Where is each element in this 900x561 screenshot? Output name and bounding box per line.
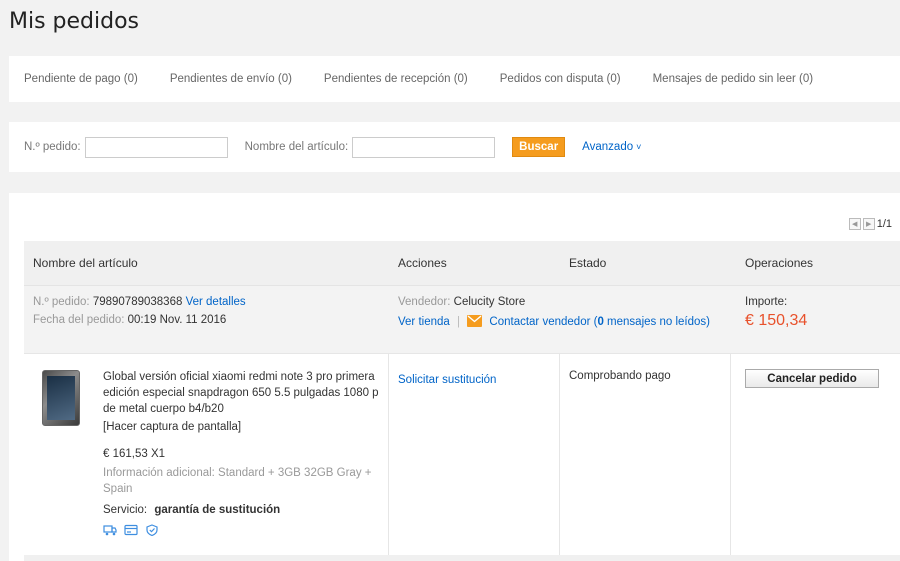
contact-seller-link[interactable]: Contactar vendedor (0 mensajes no leídos… [489, 316, 710, 328]
tab-pending-shipment[interactable]: Pendientes de envío (0) [170, 73, 292, 85]
service-label: Servicio: [103, 504, 148, 516]
link-separator: | [457, 316, 460, 328]
cancel-order-button[interactable]: Cancelar pedido [745, 369, 879, 388]
order-item-row: Global versión oficial xiaomi redmi note… [24, 353, 900, 556]
item-price: € 161,53 X1 [103, 448, 166, 460]
tab-pending-receipt[interactable]: Pendientes de recepción (0) [324, 73, 468, 85]
order-status: Comprobando pago [569, 370, 671, 382]
chevron-down-icon: ˅ [636, 142, 642, 152]
amount-label: Importe: [745, 296, 788, 308]
page-indicator: 1/1 [876, 218, 892, 230]
tab-disputes[interactable]: Pedidos con disputa (0) [500, 73, 621, 85]
product-thumbnail[interactable] [42, 370, 80, 426]
orders-panel: ◀ ▶ 1/1 Nombre del artículo Acciones Est… [9, 193, 900, 561]
order-date: 00:19 Nov. 11 2016 [127, 314, 227, 326]
order-number-label: N.º pedido: [33, 296, 90, 308]
header-operations: Operaciones [745, 256, 814, 270]
item-description: Global versión oficial xiaomi redmi note… [103, 369, 393, 536]
contact-prefix: Contactar vendedor ( [489, 316, 598, 328]
order-number-label: N.º pedido: [24, 141, 81, 153]
order-summary-row: N.º pedido: 79890789038368 Ver detalles … [24, 285, 900, 353]
request-replacement-link[interactable]: Solicitar sustitución [398, 374, 496, 386]
guarantee-icon[interactable] [145, 524, 159, 536]
seller-name: Celucity Store [453, 296, 526, 308]
order-date-label: Fecha del pedido: [33, 314, 125, 326]
service-value: garantía de sustitución [154, 504, 281, 516]
page-title: Mis pedidos [9, 9, 140, 34]
advanced-label: Avanzado [582, 141, 634, 153]
pagination: ◀ ▶ 1/1 [848, 218, 892, 230]
search-bar: N.º pedido: Nombre del artículo: Buscar … [9, 122, 900, 172]
header-actions: Acciones [398, 256, 447, 270]
prev-page-icon[interactable]: ◀ [848, 218, 861, 230]
order-number-input[interactable] [84, 136, 228, 158]
item-extra-info: Información adicional: Standard + 3GB 32… [103, 467, 372, 495]
tab-pending-payment[interactable]: Pendiente de pago (0) [24, 73, 138, 85]
delivery-icon[interactable] [103, 524, 117, 536]
seller-label: Vendedor: [398, 296, 451, 308]
tab-unread-messages[interactable]: Mensajes de pedido sin leer (0) [653, 73, 813, 85]
item-name-input[interactable] [352, 136, 496, 158]
advanced-search-link[interactable]: Avanzado ˅ [582, 141, 641, 153]
item-title-link[interactable]: Global versión oficial xiaomi redmi note… [103, 371, 379, 415]
order-status-tabs: Pendiente de pago (0) Pendientes de enví… [9, 56, 900, 102]
mail-icon [467, 315, 483, 330]
order-amount: € 150,34 [745, 312, 808, 329]
view-details-link[interactable]: Ver detalles [186, 296, 246, 308]
card-icon[interactable] [124, 524, 138, 536]
service-icons [103, 524, 393, 536]
header-item: Nombre del artículo [33, 256, 138, 270]
item-name-label: Nombre del artículo: [244, 141, 349, 153]
next-row-strip [24, 555, 900, 561]
header-status: Estado [569, 256, 607, 270]
search-button[interactable]: Buscar [512, 137, 566, 157]
column-divider [730, 354, 731, 556]
snapshot-link[interactable]: [Hacer captura de pantalla] [103, 421, 241, 433]
table-header: Nombre del artículo Acciones Estado Oper… [24, 241, 900, 285]
order-number: 79890789038368 [92, 296, 183, 308]
contact-suffix: mensajes no leídos) [603, 316, 710, 328]
column-divider [559, 354, 560, 556]
view-store-link[interactable]: Ver tienda [398, 316, 450, 328]
next-page-icon[interactable]: ▶ [862, 218, 875, 230]
